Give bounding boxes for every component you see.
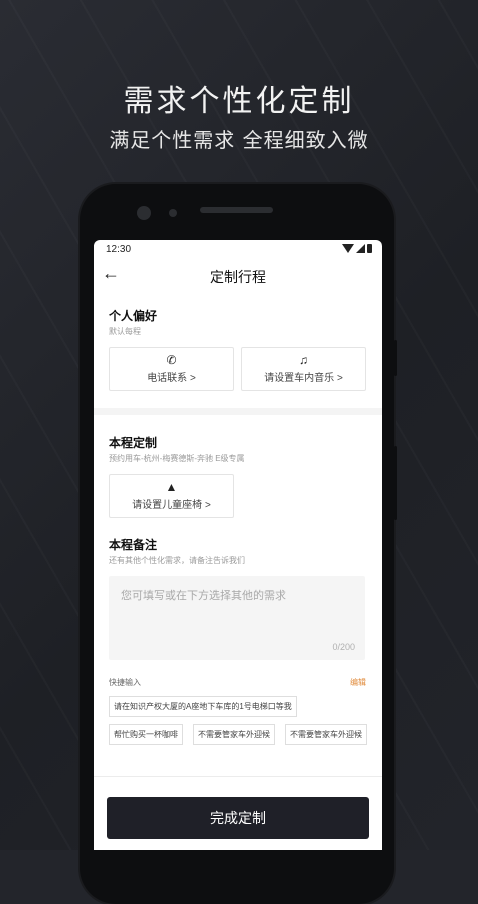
trip-subtitle: 预约用车-杭州-梅赛德斯-奔驰 E级专属 xyxy=(109,454,245,463)
quick-chip[interactable]: 不需要管家车外迎候 xyxy=(193,724,275,745)
notes-title: 本程备注 xyxy=(109,538,158,552)
child-seat-icon: ▲ xyxy=(165,480,178,494)
signal-icon xyxy=(356,244,365,253)
power-button xyxy=(394,446,397,520)
promo-subheadline: 满足个性需求 全程细致入微 xyxy=(109,128,369,152)
page-title: 定制行程 xyxy=(210,269,266,285)
child-seat-button[interactable]: ▲ 请设置儿童座椅 > xyxy=(109,474,234,518)
phone-contact-label: 电话联系 > xyxy=(147,373,196,384)
battery-icon xyxy=(367,244,372,253)
notes-char-counter: 0/200 xyxy=(332,642,355,652)
music-note-icon: ♫ xyxy=(299,353,308,367)
status-time: 12:30 xyxy=(106,244,132,255)
quick-chip[interactable]: 不需要管家车外迎候 xyxy=(285,724,367,745)
notes-subtitle: 还有其他个性化需求，请备注告诉我们 xyxy=(109,556,245,565)
speaker-grille xyxy=(200,207,273,213)
quick-input-label: 快捷输入 xyxy=(109,678,141,687)
quick-chip[interactable]: 帮忙购买一杯咖啡 xyxy=(109,724,183,745)
car-music-label: 请设置车内音乐 > xyxy=(264,373,343,384)
complete-customization-button[interactable]: 完成定制 xyxy=(107,797,369,839)
phone-icon: ✆ xyxy=(166,353,177,367)
quick-input-edit-button[interactable]: 编辑 xyxy=(350,677,366,688)
bottom-divider xyxy=(94,776,382,777)
preferences-title: 个人偏好 xyxy=(109,309,158,323)
notes-placeholder: 您可填写或在下方选择其他的需求 xyxy=(121,590,286,602)
notes-textarea[interactable]: 您可填写或在下方选择其他的需求 0/200 xyxy=(109,576,365,660)
quick-chip[interactable]: 请在知识产权大厦的A座地下车库的1号电梯口等我 xyxy=(109,696,297,717)
child-seat-label: 请设置儿童座椅 > xyxy=(132,500,211,511)
status-icons xyxy=(342,244,372,253)
sensor-icon xyxy=(169,209,177,217)
car-music-button[interactable]: ♫ 请设置车内音乐 > xyxy=(241,347,366,391)
preferences-subtitle: 默认每程 xyxy=(109,327,141,336)
app-screen: 12:30 ← 定制行程 个人偏好 默认每程 ✆ 电话联系 > ♫ 请设置车内音… xyxy=(94,240,382,850)
promo-headline: 需求个性化定制 xyxy=(123,84,355,119)
wifi-icon xyxy=(342,244,354,253)
section-divider xyxy=(94,408,382,415)
nav-bar: ← 定制行程 xyxy=(94,260,382,290)
volume-button xyxy=(394,340,397,376)
phone-contact-button[interactable]: ✆ 电话联系 > xyxy=(109,347,234,391)
camera-icon xyxy=(137,206,151,220)
trip-title: 本程定制 xyxy=(109,436,158,450)
